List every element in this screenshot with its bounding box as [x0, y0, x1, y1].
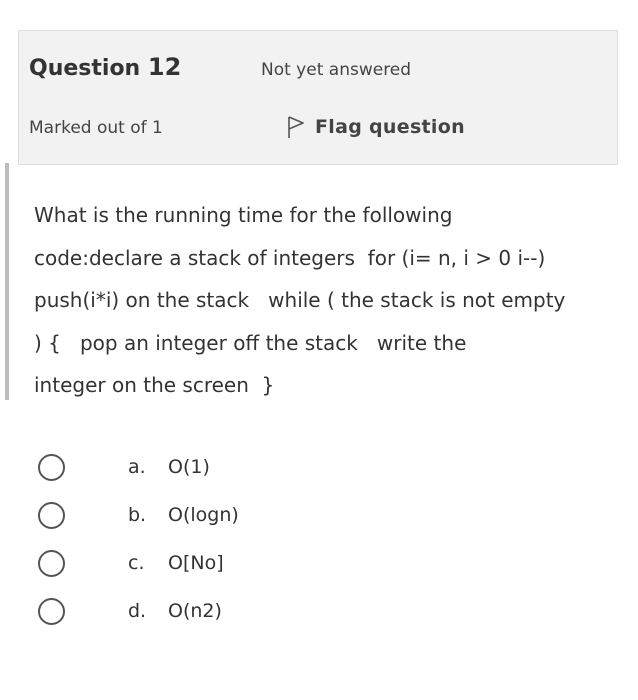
answer-option-b[interactable]: b. O(logn) [38, 496, 438, 544]
flag-question-label: Flag question [315, 116, 465, 138]
answer-letter: d. [128, 600, 147, 622]
answer-letter: c. [128, 552, 145, 574]
answer-option-c[interactable]: c. O[No] [38, 544, 438, 592]
answer-letter: a. [128, 456, 146, 478]
answer-text: O(n2) [168, 600, 222, 622]
radio-button[interactable] [38, 598, 65, 625]
question-state: Not yet answered [261, 60, 412, 80]
radio-button[interactable] [38, 502, 65, 529]
answer-text: O(1) [168, 456, 210, 478]
question-title-prefix: Question [29, 56, 141, 81]
question-grade: Marked out of 1 [29, 118, 163, 138]
answer-option-a[interactable]: a. O(1) [38, 448, 438, 496]
question-info-panel: Question 12 Not yet answered Marked out … [18, 30, 618, 165]
question-number: 12 [147, 53, 182, 81]
flag-question-button[interactable]: Flag question [287, 115, 465, 139]
question-content-accent-bar [5, 163, 9, 400]
answer-letter: b. [128, 504, 147, 526]
question-text: What is the running time for the followi… [34, 203, 566, 397]
radio-button[interactable] [38, 550, 65, 577]
answer-text: O[No] [168, 552, 224, 574]
flag-icon [287, 115, 305, 139]
radio-button[interactable] [38, 454, 65, 481]
question-title: Question 12 [29, 53, 181, 81]
answer-text: O(logn) [168, 504, 239, 526]
answer-list: a. O(1) b. O(logn) c. O[No] d. O(n2) [38, 448, 438, 640]
answer-option-d[interactable]: d. O(n2) [38, 592, 438, 640]
